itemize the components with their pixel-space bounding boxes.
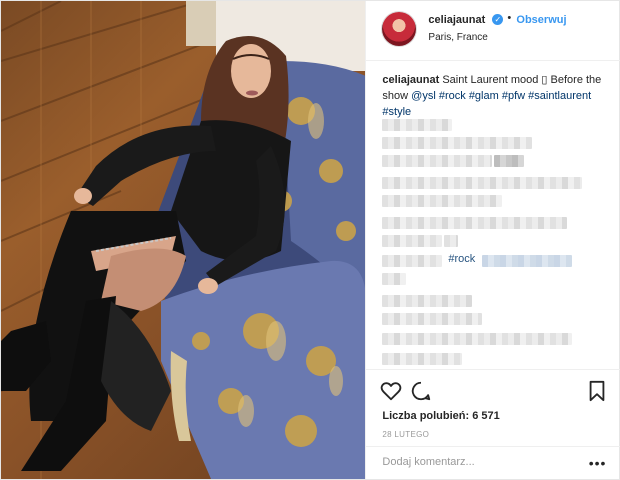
instagram-post: celiajaunat ✓ • Obserwuj Paris, France c… (0, 0, 620, 480)
obscured-comment-line (382, 119, 453, 131)
likes-count[interactable]: Liczba polubień: 6 571 (382, 410, 499, 422)
obscured-comment-line (382, 353, 463, 365)
parquet-floor (1, 1, 366, 479)
post-caption: celiajaunat Saint Laurent mood ▯ Before … (382, 72, 604, 120)
heart-icon[interactable] (380, 380, 402, 402)
obscured-comment-line (444, 235, 459, 247)
post-side-panel: celiajaunat ✓ • Obserwuj Paris, France c… (365, 1, 620, 479)
username-link[interactable]: celiajaunat (428, 14, 485, 26)
hashtag-link[interactable]: #pfw (502, 90, 525, 102)
obscured-comment-line (382, 235, 443, 247)
avatar[interactable] (382, 12, 417, 46)
more-options-icon[interactable]: ••• (589, 455, 607, 471)
hashtag-link[interactable]: #glam (469, 90, 499, 102)
caption-text-before: Saint Laurent mood (442, 74, 539, 86)
obscured-comment-line (382, 333, 573, 345)
comment-bar: ••• (366, 446, 620, 479)
follow-button[interactable]: Obserwuj (516, 14, 566, 26)
hashtag-link[interactable]: #saintlaurent (528, 90, 591, 102)
post-header: celiajaunat ✓ • Obserwuj Paris, France (366, 1, 620, 61)
obscured-comment-line (494, 155, 525, 167)
obscured-comment-line (382, 177, 583, 189)
hashtag-link[interactable]: #style (382, 106, 411, 118)
obscured-comment-line (382, 137, 533, 149)
obscured-comment-line (382, 195, 503, 207)
obscured-comment-line (382, 313, 483, 325)
caption-emoji: ▯ (541, 74, 548, 86)
mention-link[interactable]: @ysl (411, 90, 436, 102)
obscured-comment-line (482, 255, 573, 267)
obscured-comment-line (382, 217, 568, 229)
caption-username[interactable]: celiajaunat (382, 74, 439, 86)
bookmark-icon[interactable] (586, 380, 608, 402)
post-actions: Liczba polubień: 6 571 28 LUTEGO (366, 369, 620, 439)
obscured-comment-line (382, 295, 473, 307)
location-link[interactable]: Paris, France (428, 32, 487, 43)
post-photo[interactable] (1, 1, 366, 479)
comment-input[interactable] (382, 456, 583, 468)
speech-bubble-icon[interactable] (410, 380, 432, 402)
post-date[interactable]: 28 LUTEGO (382, 430, 429, 439)
obscured-comment-line (382, 155, 493, 167)
obscured-comment-line (382, 273, 407, 285)
obscured-comments: #rock (382, 119, 604, 369)
hashtag-link[interactable]: #rock (439, 90, 466, 102)
separator-dot: • (507, 12, 512, 24)
verified-badge-icon: ✓ (492, 14, 504, 25)
obscured-comment-line (382, 255, 443, 267)
hashtag-link[interactable]: #rock (448, 253, 475, 265)
